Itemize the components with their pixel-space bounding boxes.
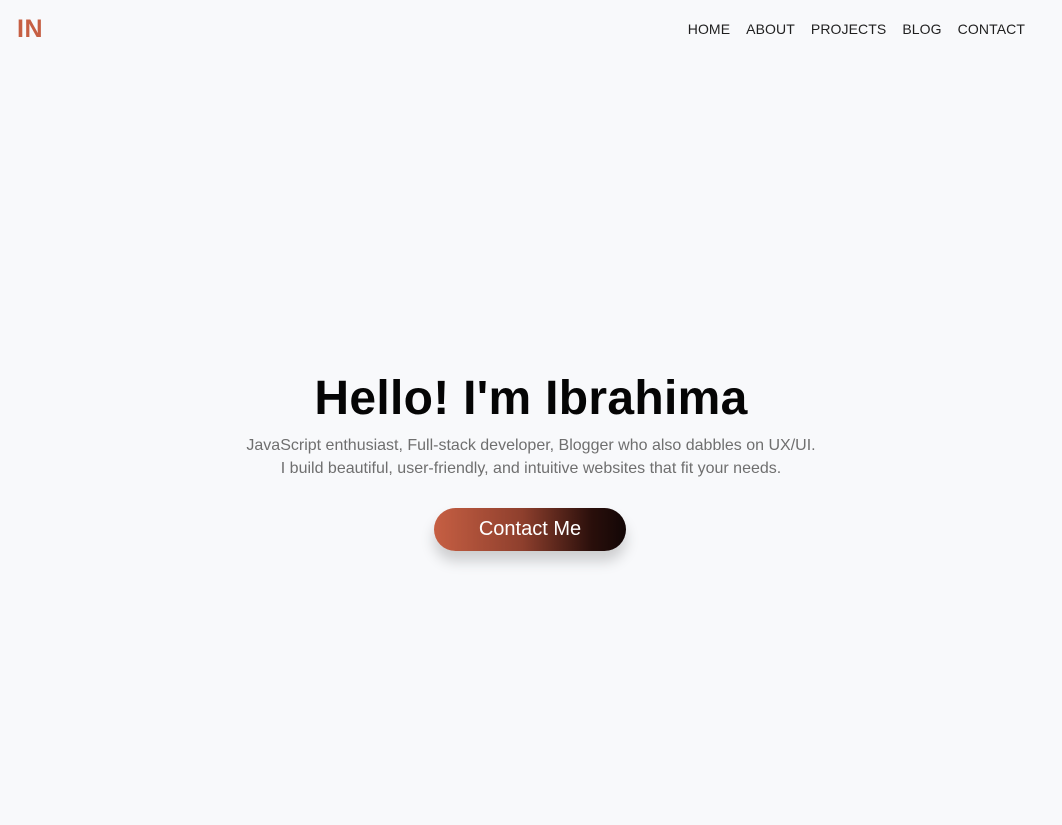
hero-title: Hello! I'm Ibrahima [314, 372, 748, 425]
site-logo[interactable]: IN [17, 14, 43, 44]
nav-blog-link[interactable]: BLOG [902, 20, 941, 38]
hero-description: JavaScript enthusiast, Full-stack develo… [0, 434, 1062, 480]
nav-contact-link[interactable]: CONTACT [958, 20, 1025, 38]
portfolio-page: IN HOME ABOUT PROJECTS BLOG CONTACT Hell… [0, 0, 1062, 825]
hero-description-line-1: JavaScript enthusiast, Full-stack develo… [246, 437, 816, 454]
hero-section: Hello! I'm Ibrahima JavaScript enthusias… [0, 360, 1062, 480]
contact-me-button[interactable]: Contact Me [434, 508, 626, 551]
nav-home-link[interactable]: HOME [688, 20, 730, 38]
site-header: IN HOME ABOUT PROJECTS BLOG CONTACT [0, 0, 1062, 60]
nav-about-link[interactable]: ABOUT [746, 20, 795, 38]
main-navigation: HOME ABOUT PROJECTS BLOG CONTACT [688, 20, 1025, 38]
nav-projects-link[interactable]: PROJECTS [811, 20, 886, 38]
hero-description-line-2: I build beautiful, user-friendly, and in… [280, 460, 782, 477]
